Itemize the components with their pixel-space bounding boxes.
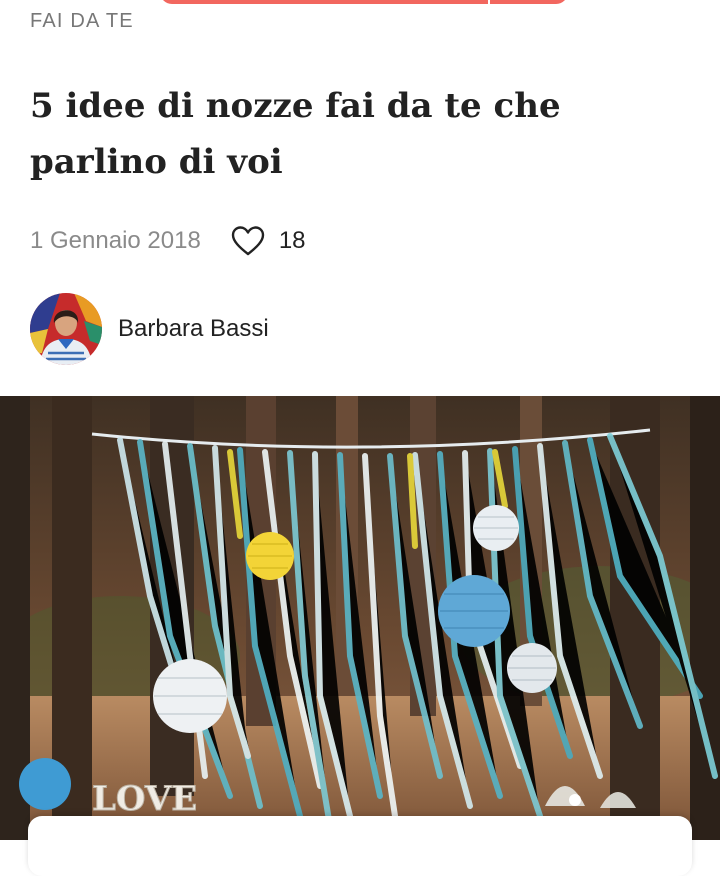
- heart-outline-icon: [231, 226, 265, 256]
- article-meta: 1 Gennaio 2018 18: [30, 225, 306, 257]
- avatar[interactable]: [30, 293, 102, 365]
- hero-image[interactable]: LOVE: [0, 396, 720, 840]
- bottom-card[interactable]: [28, 816, 692, 876]
- like-button[interactable]: 18: [231, 226, 306, 256]
- author-link[interactable]: Barbara Bassi: [30, 293, 269, 365]
- like-count: 18: [278, 227, 306, 254]
- article-title: 5 idee di nozze fai da te che parlino di…: [30, 86, 561, 182]
- article-date: 1 Gennaio 2018: [30, 227, 201, 254]
- top-action-bar[interactable]: [160, 0, 568, 4]
- article-category[interactable]: FAI DA TE: [30, 10, 134, 33]
- action-bar-divider: [488, 0, 490, 4]
- author-name[interactable]: Barbara Bassi: [118, 315, 269, 343]
- love-sign-text: LOVE: [92, 779, 197, 819]
